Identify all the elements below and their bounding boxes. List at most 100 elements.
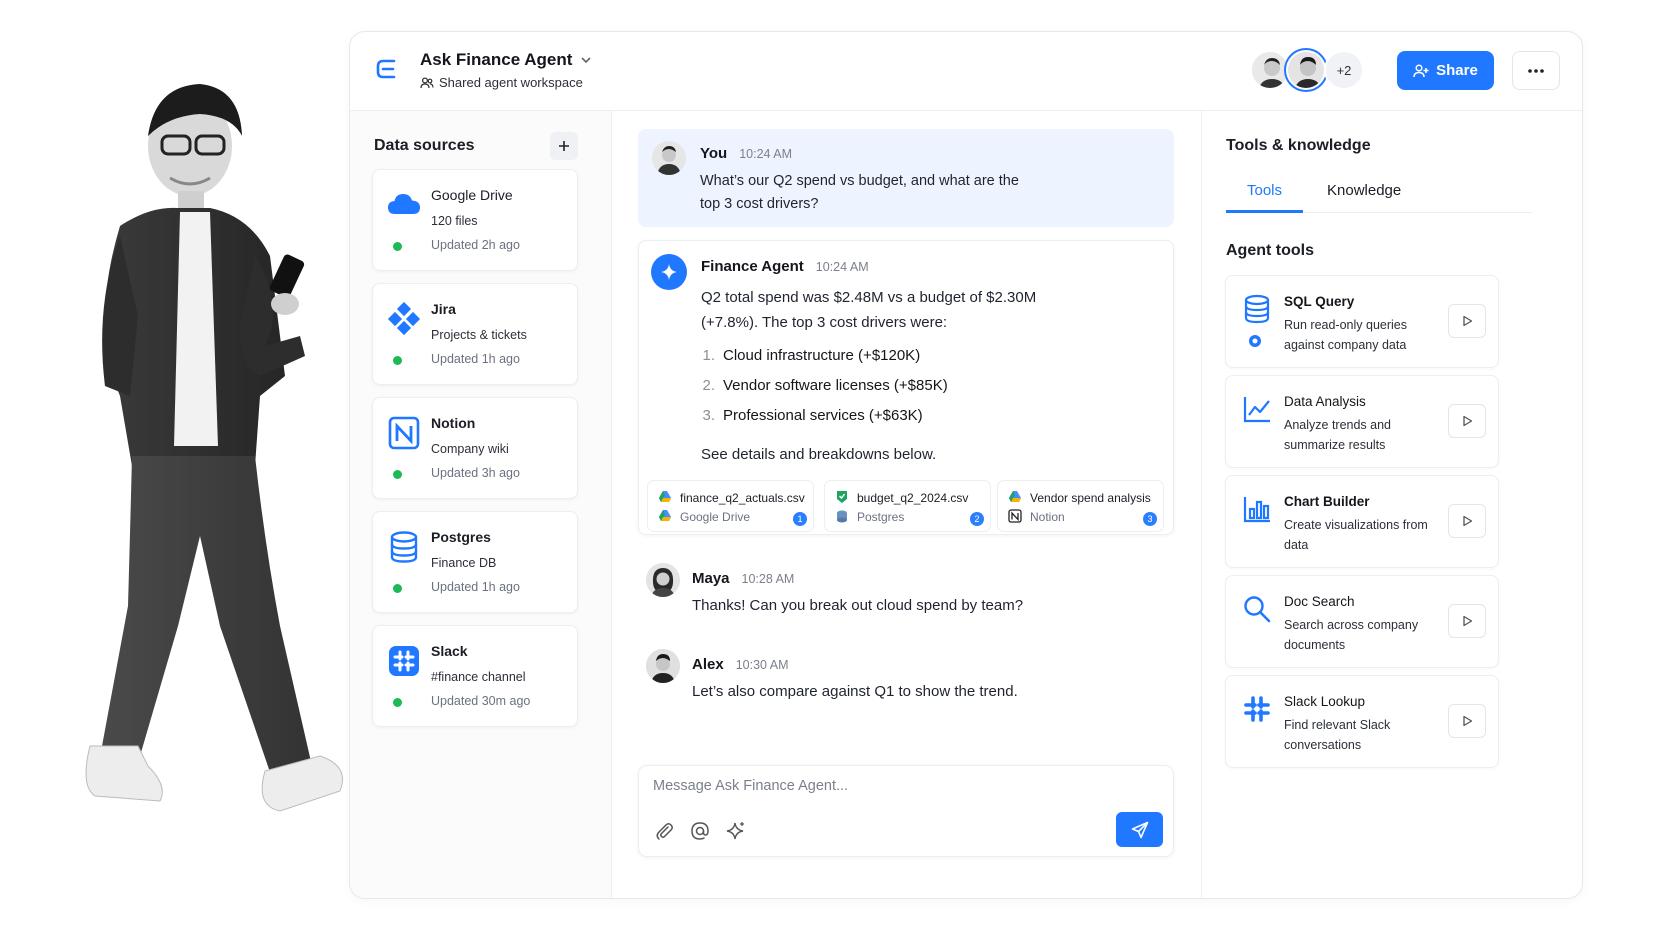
message-text: Let’s also compare against Q1 to show th… <box>692 683 1018 700</box>
tool-card-slack-lookup[interactable]: Slack Lookup Find relevant Slack convers… <box>1225 675 1499 768</box>
more-options-button[interactable] <box>1512 51 1560 90</box>
line-chart-icon <box>1243 397 1270 423</box>
tab-knowledge[interactable]: Knowledge <box>1327 182 1401 199</box>
message-text: What’s our Q2 spend vs budget, and what … <box>700 170 1019 216</box>
mention-icon[interactable] <box>689 820 711 842</box>
csv-file-icon <box>837 491 847 503</box>
source-card-jira[interactable]: Jira Projects & tickets Updated 1h ago <box>372 283 578 385</box>
google-drive-icon <box>1009 491 1021 502</box>
play-icon <box>1463 415 1473 427</box>
workspace-subtitle: Shared agent workspace <box>420 75 583 90</box>
message-author: Alex <box>692 656 724 673</box>
run-tool-button[interactable] <box>1448 604 1486 638</box>
tool-desc: Search across company documents <box>1284 618 1419 652</box>
source-card-google-drive[interactable]: Google Drive 120 files Updated 2h ago <box>372 169 578 271</box>
play-icon <box>1463 715 1473 727</box>
chat-panel: You 10:24 AM What’s our Q2 spend vs budg… <box>612 111 1201 898</box>
run-tool-button[interactable] <box>1448 504 1486 538</box>
file-name: Vendor spend analysis <box>1030 491 1151 505</box>
sparkle-icon[interactable] <box>725 820 747 842</box>
file-name: finance_q2_actuals.csv <box>680 491 805 505</box>
message-input[interactable] <box>653 778 1053 794</box>
file-name: budget_q2_2024.csv <box>857 491 969 505</box>
users-icon <box>420 76 434 88</box>
tool-desc: Find relevant Slack conversations <box>1284 718 1391 752</box>
data-sources-title: Data sources <box>374 137 475 154</box>
source-card-slack[interactable]: Slack #finance channel Updated 30m ago <box>372 625 578 727</box>
paperclip-icon[interactable] <box>653 820 675 842</box>
tool-name: Data Analysis <box>1284 394 1366 409</box>
message-time: 10:24 AM <box>815 260 869 274</box>
app-logo-icon <box>376 59 396 79</box>
avatar <box>652 141 686 175</box>
notion-icon <box>388 416 420 450</box>
active-tab-indicator <box>1226 210 1303 213</box>
add-user-icon <box>1413 63 1429 77</box>
chevron-down-icon[interactable] <box>580 54 592 66</box>
tool-desc: Analyze trends and summarize results <box>1284 418 1392 452</box>
source-name: Notion <box>431 415 476 431</box>
file-source: Google Drive <box>680 510 751 524</box>
tool-name: Chart Builder <box>1284 494 1370 509</box>
source-card-postgres[interactable]: Postgres Finance DB Updated 1h ago <box>372 511 578 613</box>
tool-card-data-analysis[interactable]: Data Analysis Analyze trends and summari… <box>1225 375 1499 468</box>
play-icon <box>1463 515 1473 527</box>
tool-card-sql-query[interactable]: SQL Query Run read-only queries against … <box>1225 275 1499 368</box>
share-button[interactable]: Share <box>1397 51 1494 90</box>
file-chip[interactable]: budget_q2_2024.csv Postgres 2 <box>824 480 991 532</box>
citation-badge: 3 <box>1143 512 1157 526</box>
notion-icon <box>1008 509 1022 523</box>
source-updated: Updated 1h ago <box>431 352 520 366</box>
member-avatars[interactable]: +2 <box>1250 50 1364 90</box>
list-text: Professional services (+$63K) <box>723 407 923 424</box>
status-indicator-icon <box>1249 335 1261 347</box>
tool-desc: Run read-only queries against company da… <box>1284 318 1407 352</box>
run-tool-button[interactable] <box>1448 704 1486 738</box>
tab-tools[interactable]: Tools <box>1247 182 1282 199</box>
postgres-icon <box>837 510 847 523</box>
run-tool-button[interactable] <box>1448 304 1486 338</box>
avatar[interactable] <box>1250 50 1290 90</box>
user-message: You 10:24 AM What’s our Q2 spend vs budg… <box>638 129 1174 227</box>
cloud-icon <box>388 194 420 214</box>
source-card-notion[interactable]: Notion Company wiki Updated 3h ago <box>372 397 578 499</box>
send-button[interactable] <box>1116 812 1163 847</box>
bar-chart-icon <box>1243 497 1270 523</box>
person-walking-illustration <box>85 84 343 812</box>
source-updated: Updated 1h ago <box>431 580 520 594</box>
slack-icon <box>389 646 419 676</box>
file-source: Notion <box>1030 510 1065 524</box>
list-text: Vendor software licenses (+$85K) <box>723 377 948 394</box>
avatar <box>646 563 680 597</box>
message-line: (+7.8%). The top 3 cost drivers were: <box>701 314 948 331</box>
app-window: Ask Finance Agent Shared agent workspace… <box>349 31 1583 899</box>
source-updated: Updated 30m ago <box>431 694 531 708</box>
tool-name: SQL Query <box>1284 294 1355 309</box>
play-icon <box>1463 315 1473 327</box>
list-text: Cloud infrastructure (+$120K) <box>723 347 921 364</box>
message-line: top 3 cost drivers? <box>700 196 819 212</box>
status-dot <box>393 584 402 593</box>
message-time: 10:28 AM <box>741 572 795 586</box>
more-members-badge[interactable]: +2 <box>1324 50 1364 90</box>
add-source-button[interactable] <box>550 132 578 160</box>
file-source: Postgres <box>857 510 905 524</box>
source-sub: Projects & tickets <box>431 328 527 342</box>
file-chip[interactable]: Vendor spend analysis Notion 3 <box>997 480 1164 532</box>
source-updated: Updated 2h ago <box>431 238 520 252</box>
plus-icon <box>559 141 569 151</box>
message-author: Finance Agent <box>701 258 804 275</box>
tool-card-doc-search[interactable]: Doc Search Search across company documen… <box>1225 575 1499 668</box>
message-footer: See details and breakdowns below. <box>701 446 937 463</box>
agent-title[interactable]: Ask Finance Agent <box>420 50 592 70</box>
google-drive-icon <box>659 510 671 521</box>
data-sources-panel: Data sources Google Drive 120 files Upda… <box>350 111 612 898</box>
avatar[interactable] <box>1286 50 1326 90</box>
share-label: Share <box>1436 62 1478 79</box>
database-icon <box>390 531 418 563</box>
agent-avatar <box>651 254 687 290</box>
run-tool-button[interactable] <box>1448 404 1486 438</box>
file-chip[interactable]: finance_q2_actuals.csv Google Drive 1 <box>647 480 814 532</box>
message-line: What’s our Q2 spend vs budget, and what … <box>700 173 1019 189</box>
tool-card-chart-builder[interactable]: Chart Builder Create visualizations from… <box>1225 475 1499 568</box>
